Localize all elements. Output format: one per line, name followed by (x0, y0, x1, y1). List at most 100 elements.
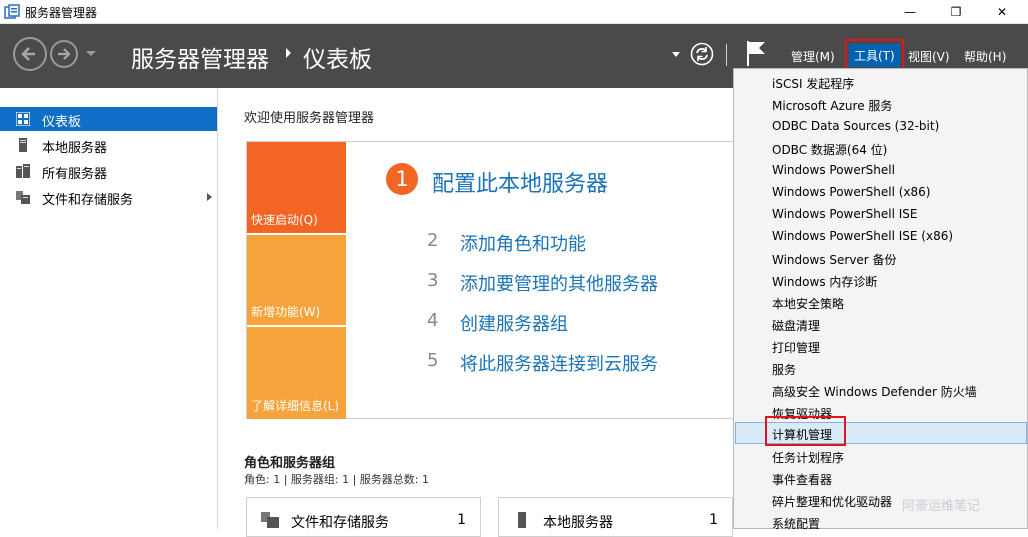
menu-item-memory-diagnostic[interactable]: Windows 内存诊断 (735, 269, 1027, 291)
step-1-badge: 1 (386, 163, 418, 195)
arrow-left-icon (21, 47, 35, 61)
servers-icon (16, 164, 30, 178)
menu-item-label: 磁盘清理 (772, 319, 821, 333)
menu-item-azure-services[interactable]: Microsoft Azure 服务 (735, 93, 1027, 115)
tile-whats-new[interactable]: 新增功能(W) (247, 235, 346, 325)
menu-item-label: Microsoft Azure 服务 (772, 99, 893, 113)
step-4-number: 4 (427, 310, 439, 331)
role-card-file-storage[interactable]: 文件和存储服务 1 (246, 497, 481, 537)
menu-item-print-management[interactable]: 打印管理 (735, 335, 1027, 357)
breadcrumb-separator-icon (286, 48, 291, 58)
menu-item-system-configuration[interactable]: 系统配置 (735, 511, 1027, 533)
menu-help[interactable]: 帮助(H) (964, 48, 1006, 65)
role-card-count: 1 (457, 512, 466, 528)
menu-item-label: Windows PowerShell (x86) (772, 185, 931, 199)
roles-summary: 角色: 1 | 服务器组: 1 | 服务器总数: 1 (244, 473, 430, 486)
sidebar-item-file-storage[interactable]: 文件和存储服务 (0, 185, 217, 209)
server-icon (518, 512, 526, 528)
title-bar: 服务器管理器 — ❐ ✕ (0, 0, 1028, 24)
role-card-local-server[interactable]: 本地服务器 1 (498, 497, 733, 537)
maximize-button[interactable]: ❐ (933, 0, 979, 24)
header-divider (726, 44, 727, 66)
menu-item-services[interactable]: 服务 (735, 357, 1027, 379)
refresh-icon[interactable] (690, 42, 714, 66)
menu-item-disk-cleanup[interactable]: 磁盘清理 (735, 313, 1027, 335)
notifications-flag-icon[interactable] (744, 39, 768, 67)
step-4-link[interactable]: 创建服务器组 (460, 310, 568, 336)
menu-item-label: 系统配置 (772, 517, 821, 531)
role-card-count: 1 (709, 512, 718, 528)
menu-item-label: 任务计划程序 (772, 451, 845, 465)
step-5-link[interactable]: 将此服务器连接到云服务 (460, 350, 658, 376)
menu-item-defender-firewall[interactable]: 高级安全 Windows Defender 防火墙 (735, 379, 1027, 401)
step-5-number: 5 (427, 350, 439, 371)
menu-item-local-security-policy[interactable]: 本地安全策略 (735, 291, 1027, 313)
window-title: 服务器管理器 (25, 6, 98, 20)
sidebar-item-label: 文件和存储服务 (42, 193, 134, 208)
server-manager-app-icon (4, 4, 20, 19)
menu-item-powershell[interactable]: Windows PowerShell (735, 159, 1027, 181)
close-button[interactable]: ✕ (979, 0, 1025, 24)
welcome-panel: 快速启动(Q) 新增功能(W) 了解详细信息(L) 1 配置此本地服务器 2 添… (246, 141, 741, 419)
menu-item-label: 本地安全策略 (772, 297, 845, 311)
roles-section-title: 角色和服务器组 (244, 456, 336, 471)
storage-icon (16, 191, 30, 204)
menu-item-iscsi-initiator[interactable]: iSCSI 发起程序 (735, 71, 1027, 93)
menu-item-label: 事件查看器 (772, 473, 833, 487)
menu-item-odbc-32[interactable]: ODBC Data Sources (32-bit) (735, 115, 1027, 137)
menu-item-event-viewer[interactable]: 事件查看器 (735, 467, 1027, 489)
history-dropdown-icon[interactable] (86, 51, 96, 56)
menu-manage[interactable]: 管理(M) (791, 48, 835, 65)
storage-icon (261, 512, 279, 528)
dashboard-icon (16, 112, 30, 126)
menu-item-label: ODBC Data Sources (32-bit) (772, 119, 940, 133)
page-title: 仪表板 (303, 47, 372, 73)
tile-quick-start[interactable]: 快速启动(Q) (247, 142, 346, 233)
menu-item-defragment[interactable]: 碎片整理和优化驱动器 (735, 489, 1027, 511)
back-button[interactable] (13, 37, 47, 71)
menu-item-powershell-ise[interactable]: Windows PowerShell ISE (735, 203, 1027, 225)
tile-label: 快速启动(Q) (251, 213, 318, 227)
minimize-button[interactable]: — (887, 0, 933, 24)
refresh-dropdown-icon[interactable] (672, 52, 680, 57)
menu-item-label: Windows Server 备份 (772, 253, 897, 267)
menu-item-powershell-x86[interactable]: Windows PowerShell (x86) (735, 181, 1027, 203)
arrow-right-icon (58, 48, 71, 60)
welcome-title: 欢迎使用服务器管理器 (244, 111, 375, 126)
menu-item-odbc-64[interactable]: ODBC 数据源(64 位) (735, 137, 1027, 159)
menu-item-label: 高级安全 Windows Defender 防火墙 (772, 385, 977, 399)
menu-item-server-backup[interactable]: Windows Server 备份 (735, 247, 1027, 269)
forward-button[interactable] (50, 40, 78, 68)
menu-item-label: Windows PowerShell ISE (x86) (772, 229, 954, 243)
menu-item-label: Windows PowerShell (772, 163, 895, 177)
tile-label: 了解详细信息(L) (251, 399, 340, 413)
annotation-highlight-computer-management (765, 416, 846, 446)
step-3-number: 3 (427, 270, 439, 291)
step-3-link[interactable]: 添加要管理的其他服务器 (460, 270, 658, 296)
menu-item-label: Windows 内存诊断 (772, 275, 878, 289)
watermark: 阿豪运维笔记 (902, 499, 981, 514)
step-1-link[interactable]: 配置此本地服务器 (432, 166, 608, 198)
menu-item-task-scheduler[interactable]: 任务计划程序 (735, 445, 1027, 467)
sidebar-item-dashboard[interactable]: 仪表板 (0, 107, 217, 131)
breadcrumb-root: 服务器管理器 (131, 47, 269, 73)
sidebar-item-all-servers[interactable]: 所有服务器 (0, 159, 217, 183)
sidebar: 仪表板 本地服务器 所有服务器 文件和存储服务 (0, 88, 218, 529)
sidebar-item-label: 仪表板 (42, 115, 82, 130)
sidebar-item-local-server[interactable]: 本地服务器 (0, 133, 217, 157)
menu-item-label: Windows PowerShell ISE (772, 207, 918, 221)
menu-view[interactable]: 视图(V) (908, 48, 950, 65)
menu-item-label: 服务 (772, 363, 797, 377)
tile-learn-more[interactable]: 了解详细信息(L) (247, 327, 346, 419)
step-2-number: 2 (427, 230, 439, 251)
menu-item-label: ODBC 数据源(64 位) (772, 143, 888, 157)
menu-item-label: 碎片整理和优化驱动器 (772, 495, 893, 509)
sidebar-item-label: 所有服务器 (42, 167, 108, 182)
tile-label: 新增功能(W) (251, 305, 321, 319)
tools-dropdown-menu: iSCSI 发起程序 Microsoft Azure 服务 ODBC Data … (733, 68, 1028, 531)
server-icon (19, 138, 27, 152)
menu-item-powershell-ise-x86[interactable]: Windows PowerShell ISE (x86) (735, 225, 1027, 247)
step-2-link[interactable]: 添加角色和功能 (460, 230, 586, 256)
expand-arrow-icon[interactable] (207, 193, 212, 201)
menu-item-label: iSCSI 发起程序 (772, 77, 855, 91)
